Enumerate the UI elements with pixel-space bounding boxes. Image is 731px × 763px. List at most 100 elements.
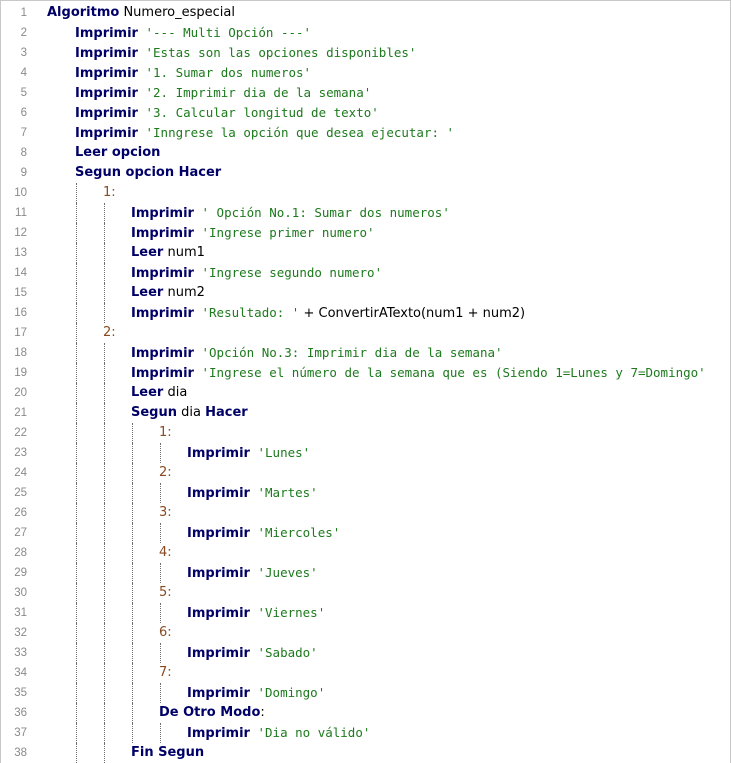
code-line[interactable]: 13 Leer num1 — [1, 243, 730, 263]
code-line[interactable]: 7 Imprimir 'Inngrese la opción que desea … — [1, 123, 730, 143]
line-number: 36 — [14, 707, 27, 719]
keyword-token: Imprimir — [75, 46, 138, 61]
code-line[interactable]: 4 Imprimir '1. Sumar dos numeros' — [1, 63, 730, 83]
keyword-token: Imprimir — [75, 106, 138, 121]
code-line[interactable]: 16 Imprimir 'Resultado: ' + ConvertirATex… — [1, 303, 730, 323]
case-label-token: 4: — [159, 545, 172, 560]
code-line[interactable]: 5 Imprimir '2. Imprimir dia de la semana' — [1, 83, 730, 103]
code-content: Leer dia — [131, 383, 187, 403]
code-content: Imprimir '3. Calcular longitud de texto' — [75, 103, 379, 124]
line-number: 23 — [14, 447, 27, 459]
code-line[interactable]: 17 2: — [1, 323, 730, 343]
code-area[interactable]: 1 Algoritmo Numero_especial 2 Imprimir '---… — [1, 3, 730, 763]
code-line[interactable]: 8 Leer opcion — [1, 143, 730, 163]
keyword-token: De Otro Modo — [159, 705, 261, 720]
identifier-token: dia — [163, 385, 188, 400]
code-line[interactable]: 14 Imprimir 'Ingrese segundo numero' — [1, 263, 730, 283]
code-line[interactable]: 6 Imprimir '3. Calcular longitud de texto… — [1, 103, 730, 123]
code-content: Leer opcion — [75, 143, 160, 163]
code-line[interactable]: 11 Imprimir ' Opción No.1: Sumar dos nume… — [1, 203, 730, 223]
code-line[interactable]: 28 4: — [1, 543, 730, 563]
keyword-token: Imprimir — [131, 226, 194, 241]
code-line[interactable]: 26 3: — [1, 503, 730, 523]
string-token: '2. Imprimir dia de la semana' — [137, 85, 372, 100]
code-line[interactable]: 21 Segun dia Hacer — [1, 403, 730, 423]
code-content: Imprimir 'Lunes' — [187, 443, 310, 464]
indent-guide — [76, 743, 77, 763]
line-number: 37 — [14, 727, 27, 739]
indent-guide — [76, 603, 77, 623]
code-line[interactable]: 33 Imprimir 'Sabado' — [1, 643, 730, 663]
line-number: 1 — [20, 7, 27, 19]
code-line[interactable]: 29 Imprimir 'Jueves' — [1, 563, 730, 583]
string-token: 'Ingrese primer numero' — [193, 225, 375, 240]
line-number: 4 — [20, 67, 27, 79]
keyword-token: Imprimir — [131, 266, 194, 281]
indent-guide — [104, 563, 105, 583]
code-line[interactable]: 32 6: — [1, 623, 730, 643]
code-line[interactable]: 25 Imprimir 'Martes' — [1, 483, 730, 503]
code-content: 4: — [159, 543, 172, 563]
indent-guide — [76, 223, 77, 243]
indent-guide — [132, 503, 133, 523]
code-line[interactable]: 34 7: — [1, 663, 730, 683]
code-line[interactable]: 31 Imprimir 'Viernes' — [1, 603, 730, 623]
indent-guide — [104, 523, 105, 543]
code-line[interactable]: 24 2: — [1, 463, 730, 483]
indent-guide — [104, 463, 105, 483]
indent-guide — [160, 563, 161, 583]
code-line[interactable]: 1 Algoritmo Numero_especial — [1, 3, 730, 23]
code-line[interactable]: 15 Leer num2 — [1, 283, 730, 303]
code-line[interactable]: 27 Imprimir 'Miercoles' — [1, 523, 730, 543]
keyword-token: Algoritmo — [47, 5, 120, 20]
code-line[interactable]: 20 Leer dia — [1, 383, 730, 403]
string-token: 'Resultado: ' — [193, 305, 300, 320]
string-token: 'Dia no válido' — [249, 725, 371, 740]
indent-guide — [132, 483, 133, 503]
code-line[interactable]: 10 1: — [1, 183, 730, 203]
code-line[interactable]: 3 Imprimir 'Estas son las opciones dispon… — [1, 43, 730, 63]
keyword-token: Imprimir — [131, 206, 194, 221]
indent-guide — [132, 523, 133, 543]
line-number: 9 — [20, 167, 27, 179]
line-number: 17 — [14, 327, 27, 339]
code-line[interactable]: 37 Imprimir 'Dia no válido' — [1, 723, 730, 743]
string-token: 'Sabado' — [249, 645, 318, 660]
indent-guide — [104, 623, 105, 643]
code-content: Leer num1 — [131, 243, 205, 263]
operator-token: + — [299, 306, 319, 321]
code-content: Segun opcion Hacer — [75, 163, 221, 183]
string-token: 'Domingo' — [249, 685, 326, 700]
code-line[interactable]: 23 Imprimir 'Lunes' — [1, 443, 730, 463]
indent-guide — [132, 423, 133, 443]
code-line[interactable]: 38 Fin Segun — [1, 743, 730, 763]
code-content: Algoritmo Numero_especial — [47, 3, 235, 23]
indent-guide — [132, 623, 133, 643]
indent-guide — [104, 303, 105, 323]
code-line[interactable]: 18 Imprimir 'Opción No.3: Imprimir dia de… — [1, 343, 730, 363]
line-number: 31 — [14, 607, 27, 619]
keyword-token: Imprimir — [75, 26, 138, 41]
keyword-token: Imprimir — [187, 646, 250, 661]
code-line[interactable]: 30 5: — [1, 583, 730, 603]
code-content: Imprimir 'Viernes' — [187, 603, 325, 624]
line-number: 29 — [14, 567, 27, 579]
code-line[interactable]: 35 Imprimir 'Domingo' — [1, 683, 730, 703]
case-label-token: 2: — [103, 325, 116, 340]
indent-guide — [104, 603, 105, 623]
code-line[interactable]: 22 1: — [1, 423, 730, 443]
case-label-token: 6: — [159, 625, 172, 640]
string-token: 'Lunes' — [249, 445, 311, 460]
code-line[interactable]: 9 Segun opcion Hacer — [1, 163, 730, 183]
code-line[interactable]: 36 De Otro Modo: — [1, 703, 730, 723]
indent-guide — [76, 423, 77, 443]
string-token: 'Estas son las opciones disponibles' — [137, 45, 417, 60]
code-line[interactable]: 2 Imprimir '--- Multi Opción ---' — [1, 23, 730, 43]
indent-guide — [104, 683, 105, 703]
code-line[interactable]: 12 Imprimir 'Ingrese primer numero' — [1, 223, 730, 243]
code-line[interactable]: 19 Imprimir 'Ingrese el número de la sema… — [1, 363, 730, 383]
code-content: Imprimir 'Ingrese primer numero' — [131, 223, 375, 244]
line-number: 38 — [14, 747, 27, 759]
code-editor[interactable]: 1 Algoritmo Numero_especial 2 Imprimir '---… — [0, 0, 731, 763]
line-number: 3 — [20, 47, 27, 59]
